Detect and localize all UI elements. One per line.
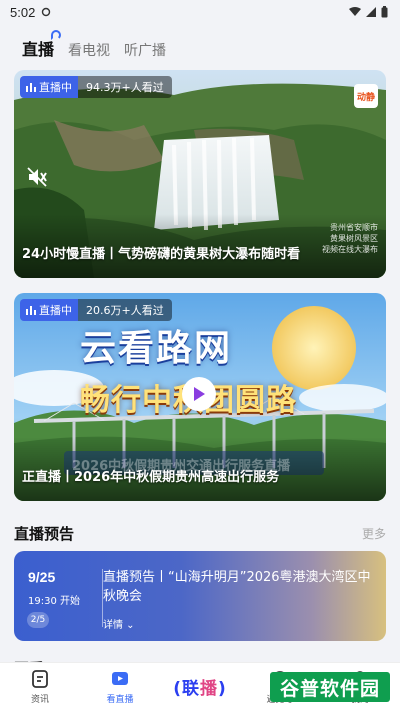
live-badge: 直播中 94.3万+人看过: [20, 76, 172, 98]
carousel-indicator: 2/5: [27, 612, 49, 628]
live-badge-label: 直播中: [39, 304, 72, 317]
more-link[interactable]: 更多: [362, 525, 386, 542]
mute-icon[interactable]: [26, 166, 48, 188]
play-button[interactable]: [182, 377, 216, 411]
live-badge: 直播中 20.6万+人看过: [20, 299, 172, 321]
channel-logo: 动静: [354, 84, 378, 108]
tab-live[interactable]: 直播: [22, 30, 62, 60]
viewer-count: 94.3万+人看过: [78, 76, 172, 98]
live-bars-icon: [26, 82, 36, 92]
live-bars-icon: [26, 305, 36, 315]
wifi-icon: [349, 7, 361, 16]
preview-detail-link[interactable]: 详情 ⌄: [103, 616, 135, 631]
card-title: 24小时慢直播丨气势磅礴的黄果树大瀑布随时看: [22, 247, 301, 262]
nav-lianbo[interactable]: (联播): [160, 663, 240, 710]
battery-icon: [381, 6, 388, 18]
live-tv-icon: [112, 671, 128, 685]
live-card-waterfall[interactable]: 直播中 94.3万+人看过 动静 贵州省安顺市 黄果树风景区 视频在线大瀑布 2…: [14, 70, 386, 278]
video-watermark: 贵州省安顺市 黄果树风景区 视频在线大瀑布: [322, 223, 378, 254]
nav-live[interactable]: 看直播: [80, 663, 160, 710]
preview-section-header: 直播预告 更多: [14, 523, 386, 544]
card-title: 正直播丨2026年中秋假期贵州高速出行服务: [22, 470, 280, 485]
section-title: 直播预告: [14, 525, 75, 543]
play-icon: [194, 387, 205, 401]
tab-radio[interactable]: 听广播: [124, 40, 166, 60]
viewer-count: 20.6万+人看过: [78, 299, 172, 321]
status-time: 5:02: [10, 4, 36, 20]
notification-dot-icon: [42, 7, 51, 17]
status-icons: [349, 6, 388, 18]
nav-news[interactable]: 资讯: [0, 663, 80, 710]
signal-icon: [366, 7, 376, 17]
top-tabs: 直播 看电视 听广播: [22, 30, 166, 60]
preview-description: 直播预告丨“山海升明月”2026粤港澳大湾区中秋晚会: [103, 570, 371, 604]
preview-schedule: 9/25 19:30 开始: [14, 551, 94, 641]
preview-card[interactable]: 9/25 19:30 开始 2/5 直播预告丨“山海升明月”2026粤港澳大湾区…: [14, 551, 386, 641]
live-badge-label: 直播中: [39, 81, 72, 94]
tab-tv[interactable]: 看电视: [68, 40, 110, 60]
preview-start-time: 19:30 开始: [28, 596, 80, 607]
preview-date: 9/25: [28, 569, 56, 585]
status-bar: 5:02: [0, 0, 400, 24]
news-icon: [32, 669, 48, 688]
site-watermark: 谷普软件园: [270, 672, 390, 702]
live-card-traffic[interactable]: 云看路网 畅行中秋团圆路 2026中秋假期贵州交通出行服务直播 直播中 20.6…: [14, 293, 386, 501]
poster-line-1: 云看路网: [80, 328, 233, 369]
